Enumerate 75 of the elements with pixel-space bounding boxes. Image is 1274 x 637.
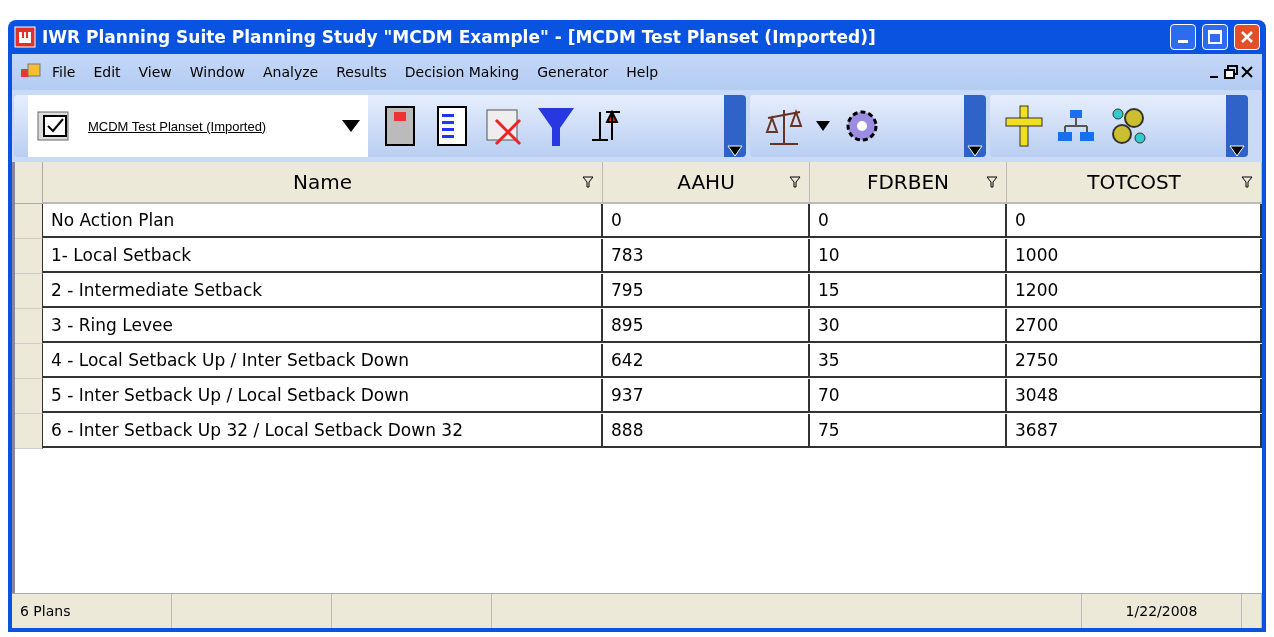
column-header[interactable]: AAHU xyxy=(603,162,810,204)
close-button[interactable] xyxy=(1234,24,1260,50)
table-cell: 0 xyxy=(1007,204,1262,238)
dropdown-caret-icon[interactable] xyxy=(816,121,830,131)
table-cell: 895 xyxy=(603,309,810,343)
overflow-caret-icon xyxy=(1229,145,1245,157)
column-header[interactable]: FDRBEN xyxy=(810,162,1007,204)
table-cell: 888 xyxy=(603,414,810,448)
menu-item[interactable]: File xyxy=(44,61,84,83)
filter-icon[interactable] xyxy=(1241,176,1253,188)
menu-item[interactable]: View xyxy=(130,61,180,83)
table-cell: 3687 xyxy=(1007,414,1262,448)
toolbar-overflow-button[interactable] xyxy=(724,95,746,157)
filter-icon[interactable] xyxy=(582,176,594,188)
row-header[interactable] xyxy=(15,274,43,309)
table-cell: 6 - Inter Setback Up 32 / Local Setback Down 32 xyxy=(43,414,603,448)
table-cell: 783 xyxy=(603,239,810,273)
table-cell: 2750 xyxy=(1007,344,1262,378)
menu-item[interactable]: Help xyxy=(618,61,667,83)
overflow-caret-icon xyxy=(967,145,983,157)
minimize-icon xyxy=(1178,39,1188,43)
row-header[interactable] xyxy=(15,379,43,414)
toolbar-overflow-button[interactable] xyxy=(1226,95,1248,157)
table-cell: 0 xyxy=(603,204,810,238)
menu-item[interactable]: Decision Making xyxy=(396,61,528,83)
menu-item[interactable]: Edit xyxy=(85,61,129,83)
row-header[interactable] xyxy=(15,344,43,379)
app-logo-icon xyxy=(14,26,36,48)
table-cell: 3048 xyxy=(1007,379,1262,413)
toolbar-overflow-button[interactable] xyxy=(964,95,986,157)
menu-item[interactable]: Generator xyxy=(529,61,617,83)
table-cell: 2700 xyxy=(1007,309,1262,343)
table-cell: No Action Plan xyxy=(43,204,603,238)
maximize-button[interactable] xyxy=(1202,24,1228,50)
planset-dropdown[interactable]: MCDM Test Planset (Imported) xyxy=(28,95,368,157)
table-cell: 4 - Local Setback Up / Inter Setback Down xyxy=(43,344,603,378)
mdi-restore-icon[interactable] xyxy=(1224,65,1238,79)
table-cell: 15 xyxy=(810,274,1007,308)
table-cell: 10 xyxy=(810,239,1007,273)
maximize-icon xyxy=(1208,30,1222,44)
column-header[interactable]: Name xyxy=(43,162,603,204)
table-cell: 30 xyxy=(810,309,1007,343)
table-cell: 1000 xyxy=(1007,239,1262,273)
table-cell: 642 xyxy=(603,344,810,378)
row-header[interactable] xyxy=(15,239,43,274)
table-cell: 937 xyxy=(603,379,810,413)
ruler-cross-icon[interactable] xyxy=(1004,104,1044,148)
dropdown-caret-icon xyxy=(342,120,360,132)
minimize-button[interactable] xyxy=(1170,24,1196,50)
status-date: 1/22/2008 xyxy=(1082,594,1242,628)
table-cell: 70 xyxy=(810,379,1007,413)
table-cell: 1200 xyxy=(1007,274,1262,308)
table-cell: 5 - Inter Setback Up / Local Setback Down xyxy=(43,379,603,413)
column-header[interactable]: TOTCOST xyxy=(1007,162,1262,204)
mdi-close-icon[interactable] xyxy=(1240,65,1254,79)
row-header[interactable] xyxy=(15,414,43,449)
row-header[interactable] xyxy=(15,204,43,239)
table-cell: 35 xyxy=(810,344,1007,378)
filter-icon[interactable] xyxy=(986,176,998,188)
filter-icon[interactable] xyxy=(789,176,801,188)
table-cell: 795 xyxy=(603,274,810,308)
table-cell: 2 - Intermediate Setback xyxy=(43,274,603,308)
table-cell: 3 - Ring Levee xyxy=(43,309,603,343)
table-cell: 0 xyxy=(810,204,1007,238)
overflow-caret-icon xyxy=(727,145,743,157)
plan-count: 6 Plans xyxy=(12,594,172,628)
menu-item[interactable]: Results xyxy=(328,61,395,83)
menu-item[interactable]: Analyze xyxy=(255,61,327,83)
window-title: IWR Planning Suite Planning Study "MCDM Example" - [MCDM Test Planset (Imported)] xyxy=(42,27,877,47)
table-cell: 75 xyxy=(810,414,1007,448)
grid-corner xyxy=(15,162,43,204)
menu-item[interactable]: Window xyxy=(181,61,253,83)
row-header[interactable] xyxy=(15,309,43,344)
close-icon xyxy=(1240,30,1254,44)
table-cell: 1- Local Setback xyxy=(43,239,603,273)
